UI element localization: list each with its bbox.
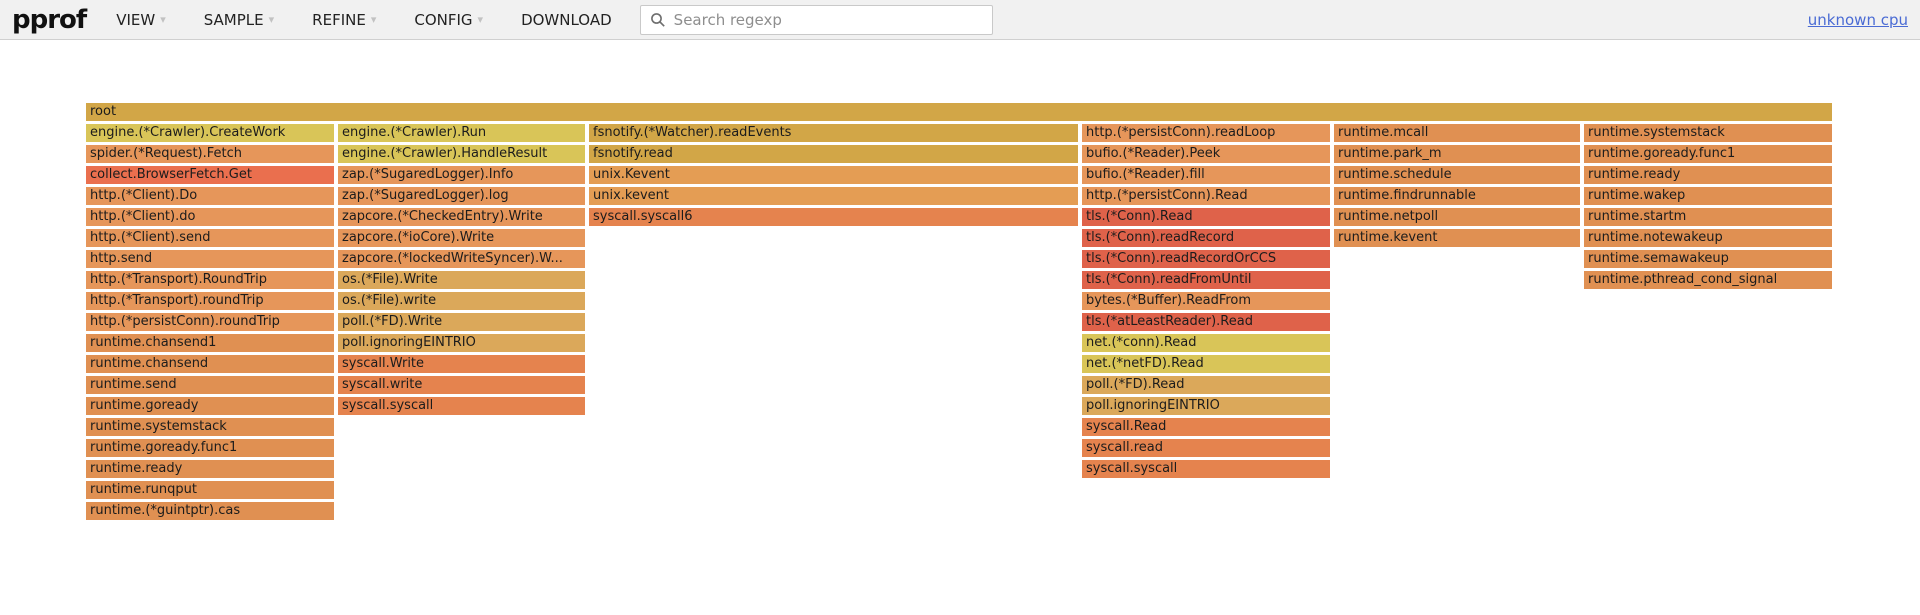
flame-cell[interactable]: runtime.semawakeup: [1584, 250, 1832, 268]
flame-cell[interactable]: runtime.chansend: [86, 355, 334, 373]
menu-sample[interactable]: SAMPLE ▾: [204, 11, 274, 29]
flame-cell[interactable]: runtime.ready: [86, 460, 334, 478]
flame-cell[interactable]: net.(*conn).Read: [1082, 334, 1330, 352]
flame-cell[interactable]: runtime.startm: [1584, 208, 1832, 226]
flame-cell[interactable]: runtime.chansend1: [86, 334, 334, 352]
flame-cell[interactable]: poll.(*FD).Write: [338, 313, 585, 331]
menu-config[interactable]: CONFIG ▾: [414, 11, 483, 29]
flame-cell[interactable]: engine.(*Crawler).HandleResult: [338, 145, 585, 163]
menu-bar: VIEW ▾ SAMPLE ▾ REFINE ▾ CONFIG ▾ DOWNLOAD: [116, 11, 611, 29]
search-box[interactable]: [640, 5, 993, 35]
menu-download[interactable]: DOWNLOAD: [521, 11, 612, 29]
menu-label: SAMPLE: [204, 11, 264, 29]
flame-cell[interactable]: bufio.(*Reader).fill: [1082, 166, 1330, 184]
flame-cell[interactable]: os.(*File).write: [338, 292, 585, 310]
flame-cell[interactable]: fsnotify.read: [589, 145, 1078, 163]
flame-cell[interactable]: zap.(*SugaredLogger).Info: [338, 166, 585, 184]
flamegraph: root engine.(*Crawler).CreateWork spider.(…: [0, 41, 1920, 615]
flame-cell[interactable]: runtime.systemstack: [1584, 124, 1832, 142]
flame-cell[interactable]: tls.(*Conn).readRecordOrCCS: [1082, 250, 1330, 268]
menu-label: DOWNLOAD: [521, 11, 612, 29]
search-icon: [650, 12, 666, 28]
flame-cell[interactable]: poll.(*FD).Read: [1082, 376, 1330, 394]
flame-cell[interactable]: unix.kevent: [589, 187, 1078, 205]
menu-label: CONFIG: [414, 11, 472, 29]
flame-cell[interactable]: bufio.(*Reader).Peek: [1082, 145, 1330, 163]
flame-cell[interactable]: tls.(*atLeastReader).Read: [1082, 313, 1330, 331]
flame-cell[interactable]: engine.(*Crawler).CreateWork: [86, 124, 334, 142]
cpu-info-link[interactable]: unknown cpu: [1808, 11, 1908, 29]
flame-cell[interactable]: runtime.kevent: [1334, 229, 1580, 247]
flame-cell[interactable]: runtime.netpoll: [1334, 208, 1580, 226]
flame-cell[interactable]: runtime.notewakeup: [1584, 229, 1832, 247]
flame-cell[interactable]: http.(*Client).send: [86, 229, 334, 247]
chevron-down-icon: ▾: [371, 13, 377, 26]
flame-cell[interactable]: zapcore.(*lockedWriteSyncer).W...: [338, 250, 585, 268]
flame-cell[interactable]: syscall.read: [1082, 439, 1330, 457]
flame-cell[interactable]: syscall.Write: [338, 355, 585, 373]
flame-cell[interactable]: bytes.(*Buffer).ReadFrom: [1082, 292, 1330, 310]
flame-cell[interactable]: runtime.findrunnable: [1334, 187, 1580, 205]
flame-cell[interactable]: runtime.wakep: [1584, 187, 1832, 205]
pprof-page: pprof VIEW ▾ SAMPLE ▾ REFINE ▾ CONFIG ▾ DOWNLOAD…: [0, 0, 1920, 615]
flame-cell[interactable]: syscall.syscall6: [589, 208, 1078, 226]
flame-cell[interactable]: syscall.Read: [1082, 418, 1330, 436]
flame-cell[interactable]: runtime.goready.func1: [86, 439, 334, 457]
flame-cell[interactable]: runtime.send: [86, 376, 334, 394]
chevron-down-icon: ▾: [269, 13, 275, 26]
flame-cell[interactable]: http.(*Client).Do: [86, 187, 334, 205]
flame-cell[interactable]: runtime.(*guintptr).cas: [86, 502, 334, 520]
flame-cell[interactable]: poll.ignoringEINTRIO: [338, 334, 585, 352]
flame-cell[interactable]: runtime.mcall: [1334, 124, 1580, 142]
flame-cell[interactable]: fsnotify.(*Watcher).readEvents: [589, 124, 1078, 142]
flame-cell[interactable]: spider.(*Request).Fetch: [86, 145, 334, 163]
flame-cell[interactable]: http.(*persistConn).roundTrip: [86, 313, 334, 331]
flame-cell[interactable]: syscall.write: [338, 376, 585, 394]
flame-cell[interactable]: http.(*Client).do: [86, 208, 334, 226]
flame-cell[interactable]: collect.BrowserFetch.Get: [86, 166, 334, 184]
flame-cell[interactable]: engine.(*Crawler).Run: [338, 124, 585, 142]
flame-cell[interactable]: runtime.goready.func1: [1584, 145, 1832, 163]
menu-view[interactable]: VIEW ▾: [116, 11, 166, 29]
flame-cell[interactable]: os.(*File).Write: [338, 271, 585, 289]
menu-label: REFINE: [312, 11, 366, 29]
flame-cell-root[interactable]: root: [86, 103, 1832, 121]
flame-cell[interactable]: unix.Kevent: [589, 166, 1078, 184]
menu-label: VIEW: [116, 11, 155, 29]
flame-cell[interactable]: tls.(*Conn).Read: [1082, 208, 1330, 226]
flame-cell[interactable]: runtime.systemstack: [86, 418, 334, 436]
flame-cell[interactable]: syscall.syscall: [338, 397, 585, 415]
menu-refine[interactable]: REFINE ▾: [312, 11, 376, 29]
flame-cell[interactable]: runtime.runqput: [86, 481, 334, 499]
flame-cell[interactable]: http.(*persistConn).readLoop: [1082, 124, 1330, 142]
flame-cell[interactable]: tls.(*Conn).readRecord: [1082, 229, 1330, 247]
flame-cell[interactable]: runtime.park_m: [1334, 145, 1580, 163]
flame-cell[interactable]: http.(*Transport).roundTrip: [86, 292, 334, 310]
flame-cell[interactable]: zapcore.(*ioCore).Write: [338, 229, 585, 247]
flame-cell[interactable]: zapcore.(*CheckedEntry).Write: [338, 208, 585, 226]
toolbar: pprof VIEW ▾ SAMPLE ▾ REFINE ▾ CONFIG ▾ DOWNLOAD…: [0, 0, 1920, 40]
flame-cell[interactable]: http.(*persistConn).Read: [1082, 187, 1330, 205]
chevron-down-icon: ▾: [478, 13, 484, 26]
flame-cell[interactable]: net.(*netFD).Read: [1082, 355, 1330, 373]
search-input[interactable]: [674, 11, 974, 29]
flame-cell[interactable]: tls.(*Conn).readFromUntil: [1082, 271, 1330, 289]
flame-cell[interactable]: zap.(*SugaredLogger).log: [338, 187, 585, 205]
app-logo: pprof: [12, 5, 86, 35]
flame-cell[interactable]: syscall.syscall: [1082, 460, 1330, 478]
flame-cell[interactable]: http.(*Transport).RoundTrip: [86, 271, 334, 289]
flame-cell[interactable]: runtime.pthread_cond_signal: [1584, 271, 1832, 289]
flame-cell[interactable]: poll.ignoringEINTRIO: [1082, 397, 1330, 415]
flame-cell[interactable]: http.send: [86, 250, 334, 268]
flame-cell[interactable]: runtime.ready: [1584, 166, 1832, 184]
flame-cell[interactable]: runtime.goready: [86, 397, 334, 415]
flame-cell[interactable]: runtime.schedule: [1334, 166, 1580, 184]
chevron-down-icon: ▾: [160, 13, 166, 26]
